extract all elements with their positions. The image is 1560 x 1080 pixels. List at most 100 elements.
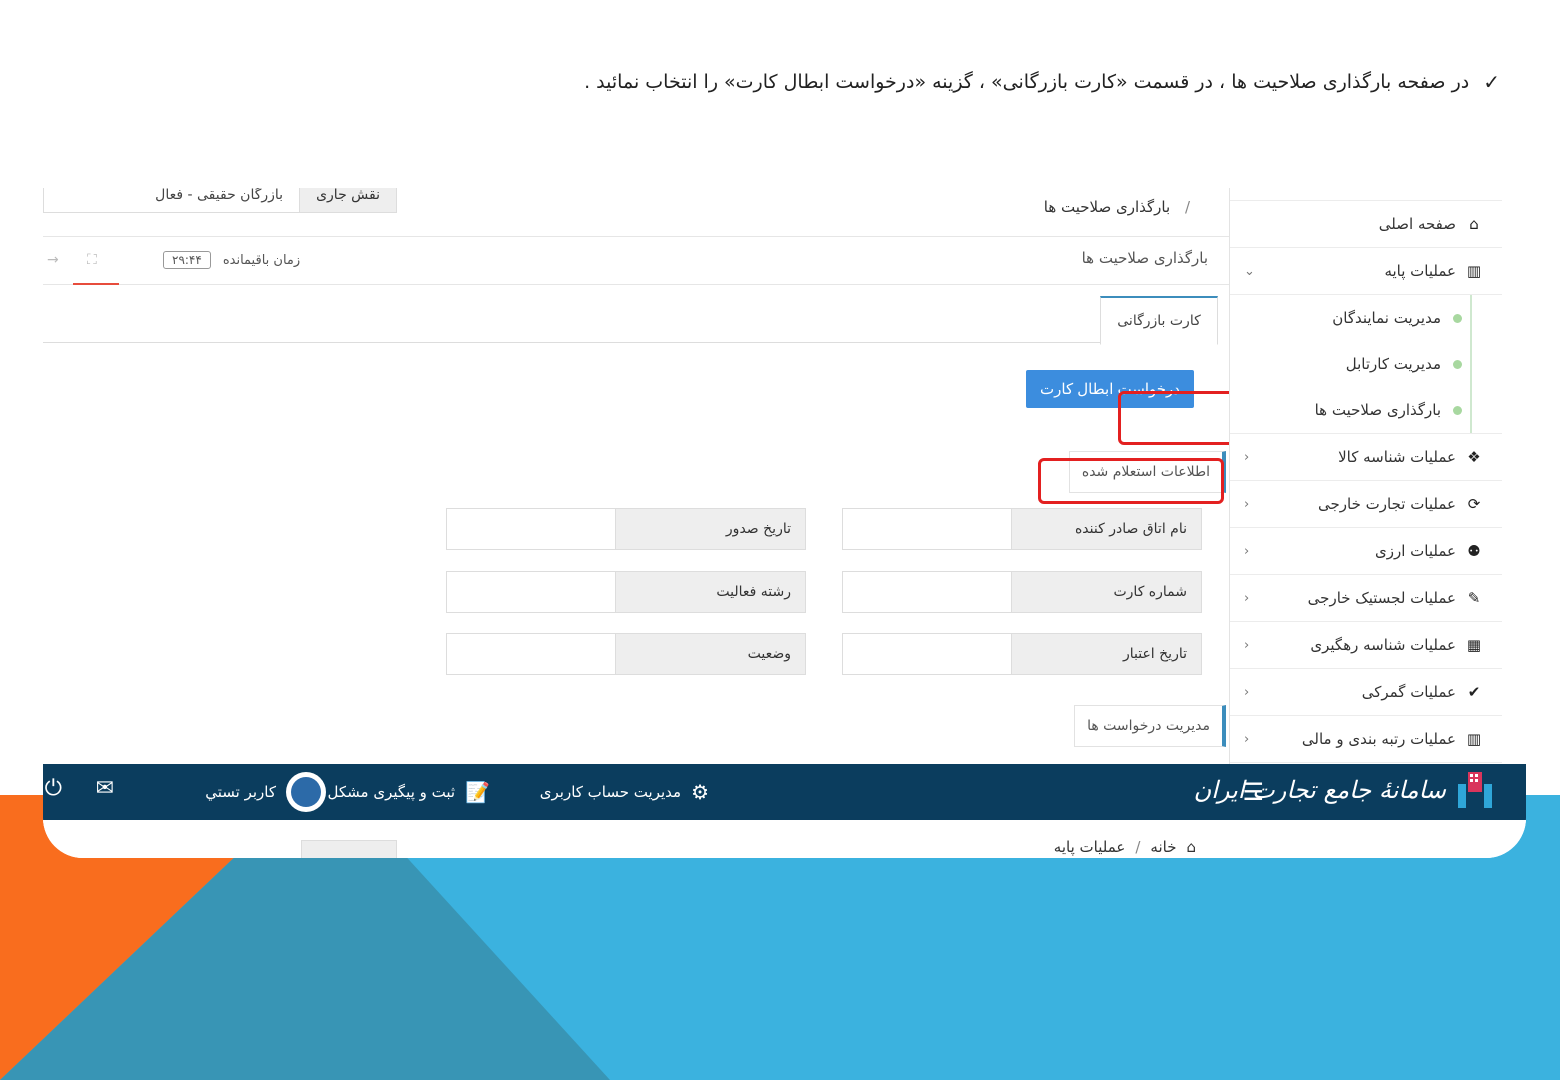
field-label: نام اتاق صادر کننده xyxy=(1011,509,1201,549)
bar-chart-icon: ▥ xyxy=(1466,262,1482,280)
sidebar-subitem-representatives[interactable]: مدیریت نمایندگان xyxy=(1230,295,1470,341)
sidebar-item-label: عملیات ارزی xyxy=(1375,542,1456,560)
top-navbar: سامانهٔ جامع تجارت ایران ☰ ⚙ مدیریت حساب… xyxy=(43,764,1526,820)
bar-chart-icon: ▥ xyxy=(1466,730,1482,748)
breadcrumb-bottom: ⌂ خانه / عملیات پایه xyxy=(1054,838,1196,856)
chevron-left-icon: ‹ xyxy=(1244,449,1250,465)
title-bar: بارگذاری صلاحیت ها زمان باقیمانده ۲۹:۴۴ … xyxy=(43,238,1230,285)
sidebar-item-logistics[interactable]: ✎ عملیات لجستیک خارجی ‹ xyxy=(1230,575,1502,622)
chevron-left-icon: ‹ xyxy=(1244,731,1250,747)
sidebar-item-label: عملیات تجارت خارجی xyxy=(1318,495,1456,513)
issue-tracking-label: ثبت و پیگیری مشکل xyxy=(327,783,456,801)
field-value xyxy=(447,572,615,612)
sidebar-item-foreign-trade[interactable]: ⟳ عملیات تجارت خارجی ‹ xyxy=(1230,481,1502,528)
field-card-number: شماره کارت xyxy=(842,571,1202,613)
field-issue-date: تاریخ صدور xyxy=(446,508,806,550)
chevron-down-icon: ⌄ xyxy=(1244,263,1255,279)
field-label: رشته فعالیت xyxy=(615,572,805,612)
current-role: نقش جاری بازرگان حقیقی - فعال xyxy=(43,188,397,213)
tab-commercial-card[interactable]: کارت بازرگانی xyxy=(1100,296,1218,345)
field-label: تاریخ صدور xyxy=(615,509,805,549)
sidebar-item-label: عملیات شناسه کالا xyxy=(1338,448,1456,466)
gears-icon: ⚙ xyxy=(691,780,709,804)
sidebar-item-basic-ops[interactable]: ▥ عملیات پایه ⌄ xyxy=(1230,248,1502,295)
sidebar-item-currency[interactable]: ⚉ عملیات ارزی ‹ xyxy=(1230,528,1502,575)
progress-underline xyxy=(73,283,119,285)
field-issuing-chamber: نام اتاق صادر کننده xyxy=(842,508,1202,550)
sidebar-subitem-label: مدیریت نمایندگان xyxy=(1332,309,1441,327)
field-status: وضعیت xyxy=(446,633,806,675)
screenshot-frame: / بارگذاری صلاحیت ها نقش جاری بازرگان حق… xyxy=(43,188,1526,858)
sidebar-item-home[interactable]: ⌂ صفحه اصلی xyxy=(1230,201,1502,248)
sidebar-subitem-cartable[interactable]: مدیریت کارتابل xyxy=(1230,341,1470,387)
chevron-left-icon: ‹ xyxy=(1244,590,1250,606)
field-label: تاریخ اعتبار xyxy=(1011,634,1201,674)
top-bar: / بارگذاری صلاحیت ها نقش جاری بازرگان حق… xyxy=(43,188,1230,237)
sidebar-item-customs[interactable]: ✔ عملیات گمرکی ‹ xyxy=(1230,669,1502,716)
notepad-icon: 📝 xyxy=(465,780,490,804)
timer-label: زمان باقیمانده xyxy=(222,252,301,268)
sidebar-item-goods-id[interactable]: ❖ عملیات شناسه کالا ‹ xyxy=(1230,433,1502,481)
mail-icon[interactable]: ✉ xyxy=(96,776,114,801)
user-name: كاربر تستي xyxy=(205,783,276,801)
instruction-text: در صفحه بارگذاری صلاحیت ها ، در قسمت «کا… xyxy=(584,71,1470,93)
brand-name: سامانهٔ جامع تجارت ایران xyxy=(1193,776,1446,804)
sidebar-item-label: عملیات لجستیک خارجی xyxy=(1307,589,1456,607)
role-box-partial xyxy=(301,840,397,858)
sidebar-item-label: صفحه اصلی xyxy=(1378,215,1456,233)
tab-strip: کارت بازرگانی xyxy=(43,296,1218,345)
sidebar-item-label: عملیات پایه xyxy=(1384,262,1456,280)
field-label: وضعیت xyxy=(615,634,805,674)
sidebar-item-tracking-id[interactable]: ▦ عملیات شناسه رهگیری ‹ xyxy=(1230,622,1502,669)
sidebar-subitem-label: مدیریت کارتابل xyxy=(1345,355,1441,373)
sidebar-item-label: عملیات گمرکی xyxy=(1361,683,1456,701)
brand-logo[interactable]: سامانهٔ جامع تجارت ایران xyxy=(1194,772,1492,808)
breadcrumb-home[interactable]: خانه xyxy=(1150,838,1176,856)
power-icon[interactable]: ⏻ xyxy=(45,776,62,801)
sidebar-subitem-label: بارگذاری صلاحیت ها xyxy=(1314,401,1441,419)
chevron-left-icon: ‹ xyxy=(1244,637,1250,653)
field-value xyxy=(843,572,1011,612)
role-value: بازرگان حقیقی - فعال xyxy=(155,188,284,203)
bullet-icon xyxy=(1453,313,1462,323)
highlight-box-button xyxy=(1118,391,1236,445)
cubes-icon: ❖ xyxy=(1467,448,1481,466)
home-icon: ⌂ xyxy=(1469,215,1479,233)
account-management-button[interactable]: ⚙ مدیریت حساب کاربری xyxy=(540,780,709,804)
checkmark-icon: ✓ xyxy=(1483,70,1500,94)
sidebar-submenu: مدیریت نمایندگان مدیریت کارتابل بارگذاری… xyxy=(1230,295,1472,433)
field-label: شماره کارت xyxy=(1011,572,1201,612)
arrow-icon[interactable]: → xyxy=(47,252,59,268)
breadcrumb: / بارگذاری صلاحیت ها xyxy=(1044,198,1190,216)
chevron-left-icon: ‹ xyxy=(1244,496,1250,512)
highlight-box-section xyxy=(1038,458,1224,504)
field-value xyxy=(447,509,615,549)
sidebar-subitem-qualifications[interactable]: بارگذاری صلاحیت ها xyxy=(1230,387,1470,433)
field-validity-date: تاریخ اعتبار xyxy=(842,633,1202,675)
bullet-icon xyxy=(1453,359,1462,369)
breadcrumb-separator: / xyxy=(1135,838,1141,856)
sidebar-top-divider xyxy=(1230,188,1502,201)
field-activity: رشته فعالیت xyxy=(446,571,806,613)
breadcrumb-current[interactable]: عملیات پایه xyxy=(1054,838,1126,856)
user-menu[interactable]: كاربر تستي xyxy=(205,772,326,812)
breadcrumb-current[interactable]: بارگذاری صلاحیت ها xyxy=(1044,198,1170,216)
expand-icon[interactable]: ⛶ xyxy=(87,252,97,268)
account-management-label: مدیریت حساب کاربری xyxy=(539,783,682,801)
sidebar-item-label: عملیات رتبه بندی و مالی xyxy=(1301,730,1456,748)
logo-icon xyxy=(1458,772,1492,808)
breadcrumb-separator: / xyxy=(1184,198,1190,216)
chevron-left-icon: ‹ xyxy=(1244,543,1250,559)
page-title: بارگذاری صلاحیت ها xyxy=(1081,249,1208,267)
timer-value: ۲۹:۴۴ xyxy=(163,251,211,269)
bullet-icon xyxy=(1453,405,1462,415)
sidebar-item-rating[interactable]: ▥ عملیات رتبه بندی و مالی ‹ xyxy=(1230,716,1502,763)
sidebar-item-label: عملیات شناسه رهگیری xyxy=(1310,636,1456,654)
chevron-left-icon: ‹ xyxy=(1244,684,1250,700)
field-value xyxy=(843,509,1011,549)
field-value xyxy=(843,634,1011,674)
section-request-management: مدیریت درخواست ها xyxy=(1074,705,1226,747)
issue-tracking-button[interactable]: 📝 ثبت و پیگیری مشکل xyxy=(328,780,490,804)
lower-content: ⌂ خانه / عملیات پایه xyxy=(43,820,1526,858)
menu-toggle-icon[interactable]: ☰ xyxy=(1242,778,1264,806)
